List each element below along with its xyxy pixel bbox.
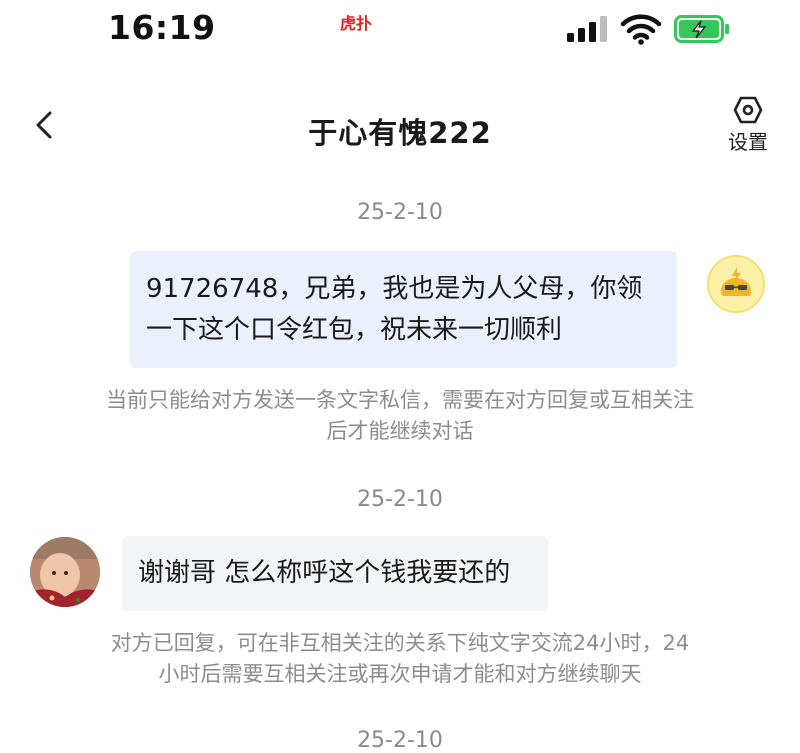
message-bubble-incoming[interactable]: 谢谢哥 怎么称呼这个钱我要还的 xyxy=(122,536,548,611)
notice-line: 后才能继续对话 xyxy=(326,419,474,443)
cellular-signal-icon xyxy=(567,16,607,42)
hexagon-gear-icon xyxy=(733,96,763,124)
settings-button[interactable]: 设置 xyxy=(716,96,780,160)
wifi-icon xyxy=(620,14,662,45)
message-line: 谢谢哥 怎么称呼这个钱我要还的 xyxy=(138,558,511,588)
battery-charging-icon xyxy=(674,15,729,43)
notice-line: 小时后需要互相关注或再次申请才能和对方继续聊天 xyxy=(158,662,642,686)
avatar-emoji-icon xyxy=(721,267,751,296)
settings-label: 设置 xyxy=(728,130,768,154)
status-time: 16:19 xyxy=(108,8,216,47)
page-title: 于心有愧222 xyxy=(308,116,492,150)
app-badge: 虎扑 xyxy=(340,14,373,33)
my-avatar[interactable] xyxy=(707,255,765,313)
notice-line: 对方已回复，可在非互相关注的关系下纯文字交流24小时，24 xyxy=(110,631,690,655)
contact-avatar[interactable] xyxy=(30,537,100,607)
message-line: 91726748，兄弟，我也是为人父母，你领 xyxy=(146,274,643,304)
message-date: 25-2-10 xyxy=(357,200,443,225)
message-line: 一下这个口令红包，祝未来一切顺利 xyxy=(146,315,563,345)
message-bubble-outgoing[interactable]: 91726748，兄弟，我也是为人父母，你领 一下这个口令红包，祝未来一切顺利 xyxy=(130,251,677,368)
system-notice: 当前只能给对方发送一条文字私信，需要在对方回复或互相关注 后才能继续对话 xyxy=(50,385,750,447)
system-notice: 对方已回复，可在非互相关注的关系下纯文字交流24小时，24 小时后需要互相关注或… xyxy=(50,628,750,690)
message-date: 25-2-10 xyxy=(357,487,443,512)
notice-line: 当前只能给对方发送一条文字私信，需要在对方回复或互相关注 xyxy=(106,388,694,412)
baby-photo-avatar xyxy=(30,537,100,607)
